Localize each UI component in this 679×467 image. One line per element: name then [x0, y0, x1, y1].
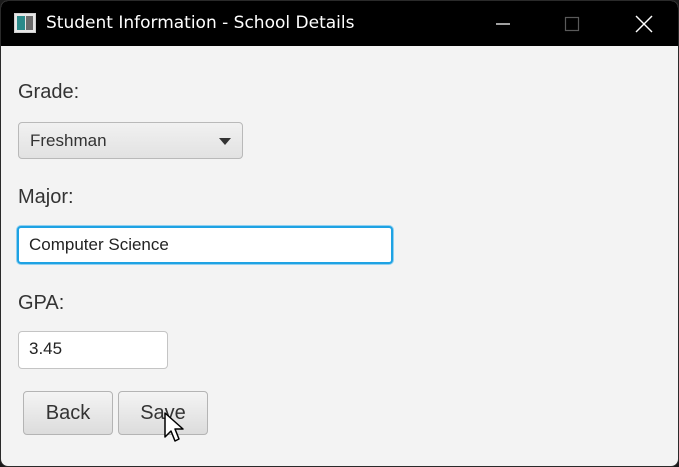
major-input[interactable]: Computer Science — [17, 226, 393, 264]
maximize-button[interactable] — [538, 1, 606, 46]
minimize-icon — [496, 22, 510, 25]
close-icon — [635, 15, 653, 32]
gpa-input[interactable]: 3.45 — [18, 331, 168, 369]
major-input-value: Computer Science — [29, 235, 169, 254]
app-window: Student Information - School Details Gra… — [0, 0, 679, 467]
app-icon — [14, 13, 36, 33]
grade-selected-value: Freshman — [30, 131, 107, 150]
grade-label: Grade: — [18, 81, 80, 103]
mouse-pointer-icon — [164, 412, 184, 442]
chevron-down-icon — [219, 138, 231, 145]
minimize-button[interactable] — [469, 1, 537, 46]
gpa-label: GPA: — [18, 292, 65, 314]
maximize-icon — [564, 16, 580, 31]
gpa-input-value: 3.45 — [29, 339, 63, 358]
back-button[interactable]: Back — [23, 391, 113, 435]
title-bar[interactable]: Student Information - School Details — [1, 1, 678, 46]
major-label: Major: — [18, 186, 74, 208]
window-title: Student Information - School Details — [46, 13, 355, 33]
close-button[interactable] — [610, 1, 678, 46]
grade-dropdown[interactable]: Freshman — [18, 122, 243, 159]
